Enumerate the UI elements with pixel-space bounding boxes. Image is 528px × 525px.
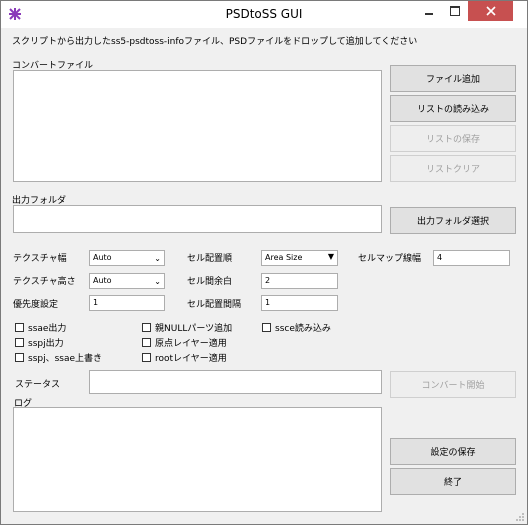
checkbox-label: 原点レイヤー適用 — [155, 339, 227, 349]
cell-margin-label: セル間余白 — [187, 277, 233, 287]
select-output-folder-button[interactable]: 出力フォルダ選択 — [390, 207, 516, 234]
checkbox-label: rootレイヤー適用 — [155, 354, 227, 364]
checkbox-label: 親NULLパーツ追加 — [155, 324, 233, 334]
checkbox-box — [15, 353, 24, 362]
convert-start-button[interactable]: コンバート開始 — [390, 371, 516, 398]
checkbox-box — [142, 338, 151, 347]
checkbox-label: sspj、ssae上書き — [28, 354, 103, 364]
maximize-icon — [450, 6, 460, 16]
cellmap-line-width-input[interactable]: 4 — [433, 250, 510, 266]
chevron-down-icon: ⌄ — [154, 277, 161, 286]
exit-button[interactable]: 終了 — [390, 468, 516, 495]
status-label: ステータス — [15, 380, 61, 390]
checkbox-box — [15, 338, 24, 347]
cellmap-line-width-label: セルマップ線幅 — [358, 254, 422, 264]
title-bar[interactable]: PSDtoSS GUI — [1, 1, 527, 28]
parent-null-checkbox[interactable]: 親NULLパーツ追加 — [142, 321, 232, 334]
cell-margin-input[interactable]: 2 — [261, 273, 338, 289]
texture-width-select[interactable]: Auto ⌄ — [89, 250, 165, 266]
cell-order-value: Area Size — [265, 253, 303, 262]
texture-height-label: テクスチャ高さ — [13, 277, 76, 287]
main-window: PSDtoSS GUI スクリプトから出力したss5-psdtoss-infoフ… — [0, 0, 528, 525]
texture-width-value: Auto — [93, 253, 112, 262]
add-file-button[interactable]: ファイル追加 — [390, 65, 516, 92]
checkbox-label: ssce読み込み — [275, 324, 331, 334]
ssae-output-checkbox[interactable]: ssae出力 — [15, 321, 66, 334]
sspj-output-checkbox[interactable]: sspj出力 — [15, 336, 64, 349]
chevron-down-icon: ⌄ — [154, 254, 161, 263]
origin-layer-checkbox[interactable]: 原点レイヤー適用 — [142, 336, 227, 349]
resize-grip-icon[interactable] — [515, 512, 525, 522]
overwrite-checkbox[interactable]: sspj、ssae上書き — [15, 351, 102, 364]
close-button[interactable] — [468, 1, 513, 21]
status-field — [89, 370, 382, 394]
maximize-button[interactable] — [442, 1, 468, 21]
save-settings-button[interactable]: 設定の保存 — [390, 438, 516, 465]
output-folder-input[interactable] — [13, 205, 382, 233]
texture-width-label: テクスチャ幅 — [13, 254, 67, 264]
ssce-read-checkbox[interactable]: ssce読み込み — [262, 321, 331, 334]
cell-order-label: セル配置順 — [187, 254, 233, 264]
checkbox-box — [142, 323, 151, 332]
texture-height-value: Auto — [93, 276, 112, 285]
root-layer-checkbox[interactable]: rootレイヤー適用 — [142, 351, 227, 364]
checkbox-box — [15, 323, 24, 332]
checkbox-label: ssae出力 — [28, 324, 67, 334]
log-textarea[interactable] — [13, 407, 382, 512]
priority-input[interactable]: 1 — [89, 295, 165, 311]
minimize-button[interactable] — [416, 1, 442, 21]
texture-height-select[interactable]: Auto ⌄ — [89, 273, 165, 289]
instruction-text: スクリプトから出力したss5-psdtoss-infoファイル、PSDファイルを… — [12, 37, 418, 47]
dropdown-arrow-icon: ▼ — [327, 252, 334, 261]
checkbox-label: sspj出力 — [28, 339, 64, 349]
checkbox-box — [142, 353, 151, 362]
load-list-button[interactable]: リストの読み込み — [390, 95, 516, 122]
cell-spacing-label: セル配置間隔 — [187, 300, 242, 310]
clear-list-button[interactable]: リストクリア — [390, 155, 516, 182]
cell-order-select[interactable]: Area Size ▼ — [261, 250, 338, 266]
minimize-icon — [425, 13, 433, 15]
checkbox-box — [262, 323, 271, 332]
close-icon — [485, 6, 496, 16]
save-list-button[interactable]: リストの保存 — [390, 125, 516, 152]
cell-spacing-input[interactable]: 1 — [261, 295, 338, 311]
convert-file-list[interactable] — [13, 70, 382, 182]
priority-label: 優先度設定 — [13, 300, 59, 310]
